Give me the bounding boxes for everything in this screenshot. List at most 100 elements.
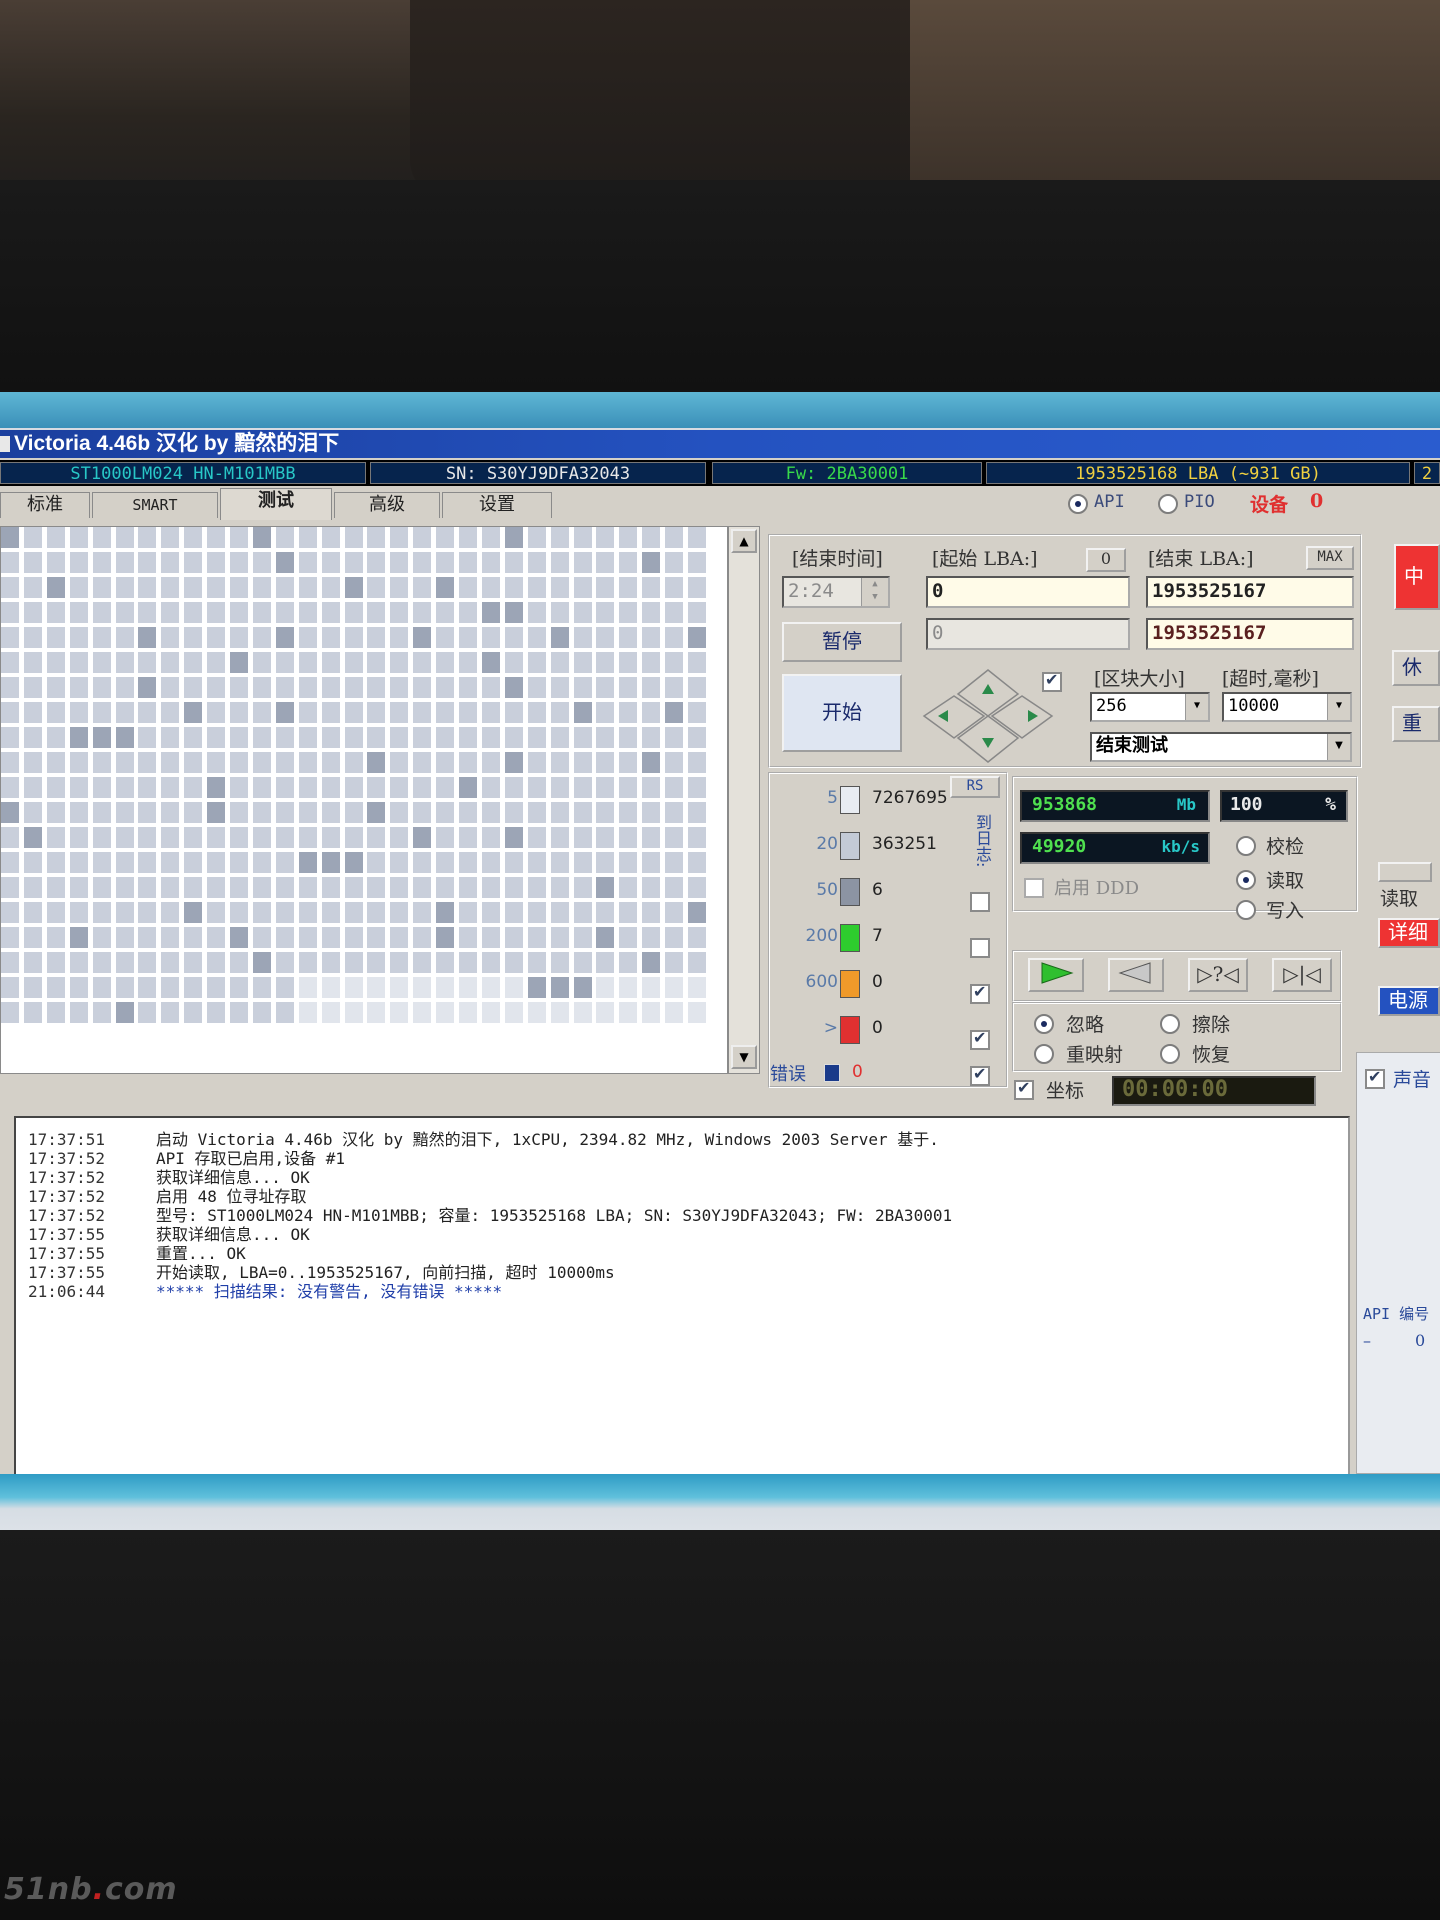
grid-cell	[619, 827, 638, 848]
start-button[interactable]: 开始	[782, 674, 902, 752]
mb-unit: Mb	[1176, 795, 1196, 814]
scroll-up-button[interactable]: ▲	[731, 529, 757, 553]
power-button[interactable]: 电源	[1378, 986, 1440, 1016]
tab-advanced[interactable]: 高级	[334, 492, 440, 518]
tab-test[interactable]: 测试	[220, 488, 332, 520]
end-lba-field-2[interactable]: 1953525167	[1146, 618, 1354, 650]
end-time-field[interactable]: 2:24 ▲ ▼	[782, 576, 890, 608]
grid-cell	[481, 777, 500, 798]
sound-checkbox[interactable]	[1365, 1067, 1385, 1089]
end-time-spinner[interactable]: ▲ ▼	[861, 578, 888, 606]
remap-radio[interactable]	[1034, 1044, 1054, 1064]
grid-cell	[115, 577, 134, 598]
event-log[interactable]: 17:37:51 启动 Victoria 4.46b 汉化 by 黯然的泪下, 1…	[14, 1116, 1350, 1476]
grid-cell	[527, 827, 546, 848]
drive-capacity: 1953525168 LBA (~931 GB)	[986, 462, 1410, 484]
play-backward-button[interactable]	[1108, 958, 1164, 992]
max-button[interactable]: MAX	[1306, 546, 1354, 570]
grid-cell	[688, 852, 706, 873]
grid-cell	[436, 752, 455, 773]
read-radio[interactable]	[1236, 870, 1256, 890]
grid-cell	[390, 802, 409, 823]
grid-cell	[207, 652, 226, 673]
grid-cell	[23, 902, 42, 923]
grid-cell	[504, 1002, 523, 1023]
grid-cell	[1, 752, 19, 773]
grid-cell	[115, 552, 134, 573]
ddd-label: 启用 DDD	[1054, 878, 1140, 899]
grid-cell	[413, 677, 432, 698]
grid-cell	[436, 827, 455, 848]
grid-cell	[550, 577, 569, 598]
end-lba-field[interactable]: 1953525167	[1146, 576, 1354, 608]
api-minus[interactable]: –	[1363, 1331, 1371, 1350]
grid-cell	[252, 1002, 271, 1023]
reset-button[interactable]: 重置	[1392, 706, 1440, 742]
pause-button[interactable]: 暂停	[782, 622, 902, 662]
grid-cell	[321, 952, 340, 973]
log-checkbox-errors[interactable]	[970, 1064, 990, 1086]
log-checkbox-over[interactable]	[970, 1028, 990, 1050]
ddd-checkbox[interactable]	[1024, 878, 1044, 898]
chevron-down-icon[interactable]: ▼	[1327, 734, 1350, 760]
butterfly-button[interactable]: ▷|◁	[1272, 958, 1332, 992]
pio-radio[interactable]	[1158, 494, 1178, 514]
grid-cell	[252, 827, 271, 848]
grid-cell	[115, 827, 134, 848]
background-object	[910, 0, 1440, 190]
sleep-button[interactable]: 休眠	[1392, 650, 1440, 686]
start-lba-zero-button[interactable]: 0	[1086, 548, 1126, 572]
erase-radio[interactable]	[1160, 1014, 1180, 1034]
chevron-down-icon[interactable]: ▼	[1327, 694, 1350, 720]
play-forward-button[interactable]	[1028, 958, 1084, 992]
grid-scrollbar[interactable]: ▲ ▼	[728, 526, 760, 1074]
grid-cell	[275, 602, 294, 623]
mb-value: 953868	[1032, 794, 1098, 815]
log-checkbox-600[interactable]	[970, 982, 990, 1004]
tab-smart[interactable]: SMART	[92, 492, 218, 518]
grid-cell	[275, 1002, 294, 1023]
grid-cell	[298, 702, 317, 723]
grid-cell	[298, 552, 317, 573]
grid-cell	[527, 527, 546, 548]
chevron-down-icon[interactable]: ▼	[1185, 694, 1208, 720]
write-radio[interactable]	[1236, 900, 1256, 920]
nav-checkbox[interactable]	[1042, 670, 1062, 692]
verify-radio[interactable]	[1236, 836, 1256, 856]
coord-checkbox[interactable]	[1014, 1078, 1034, 1100]
details-button[interactable]: 详细信	[1378, 918, 1440, 948]
start-lba-field[interactable]: 0	[926, 576, 1130, 608]
reverse-icon	[1118, 962, 1151, 984]
scroll-down-button[interactable]: ▼	[731, 1045, 757, 1069]
random-seek-button[interactable]: ▷?◁	[1188, 958, 1248, 992]
end-action-select[interactable]: 结束测试 ▼	[1090, 732, 1352, 762]
grid-cell	[390, 527, 409, 548]
stop-button[interactable]: 中断	[1394, 544, 1440, 610]
grid-cell	[321, 827, 340, 848]
grid-cell	[413, 527, 432, 548]
restore-radio[interactable]	[1160, 1044, 1180, 1064]
grid-cell	[207, 927, 226, 948]
navigation-arrows[interactable]	[918, 666, 1058, 764]
grid-cell	[23, 927, 42, 948]
timing-stats-panel: RS 572676952036325150620076000>0 到日志: 错误…	[768, 772, 1008, 1088]
grid-cell	[481, 627, 500, 648]
block-size-select[interactable]: 256 ▼	[1090, 692, 1210, 722]
grid-cell	[46, 977, 65, 998]
grid-cell	[69, 777, 88, 798]
tab-standard[interactable]: 标准	[0, 492, 90, 518]
grid-cell	[115, 627, 134, 648]
device-number: 0	[1310, 490, 1324, 512]
grid-cell	[573, 827, 592, 848]
grid-cell	[481, 577, 500, 598]
grid-cell	[1, 927, 19, 948]
grid-cell	[665, 1002, 684, 1023]
log-checkbox-200[interactable]	[970, 938, 990, 958]
tab-settings[interactable]: 设置	[442, 492, 552, 518]
grid-cell	[459, 677, 477, 698]
timeout-select[interactable]: 10000 ▼	[1222, 692, 1352, 722]
api-radio[interactable]	[1068, 494, 1088, 514]
log-checkbox-50[interactable]	[970, 892, 990, 912]
ignore-radio[interactable]	[1034, 1014, 1054, 1034]
window-titlebar[interactable]: Victoria 4.46b 汉化 by 黯然的泪下	[0, 430, 1440, 458]
